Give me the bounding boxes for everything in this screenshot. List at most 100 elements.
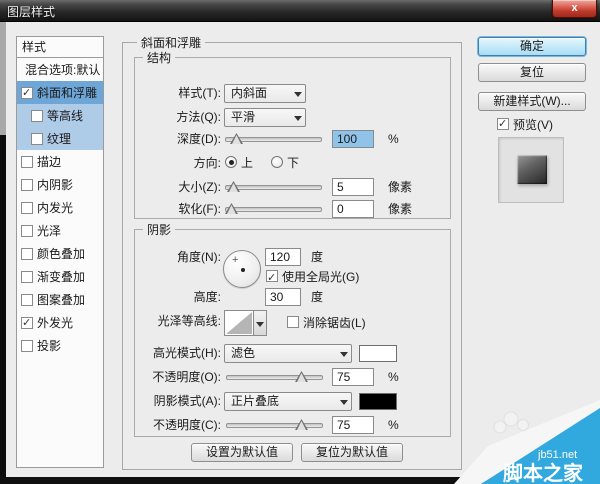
size-slider[interactable] [225, 185, 322, 190]
direction-up-radio[interactable] [225, 156, 237, 168]
pattern-overlay-checkbox[interactable] [21, 294, 33, 306]
bevel-emboss-checkbox[interactable] [21, 87, 33, 99]
gloss-contour-dropdown[interactable] [254, 310, 267, 336]
texture-checkbox[interactable] [31, 133, 43, 145]
close-icon: x [571, 2, 577, 14]
contour-checkbox[interactable] [31, 110, 43, 122]
depth-input[interactable] [332, 130, 374, 148]
sidebar-item-label: 等高线 [47, 107, 83, 124]
sidebar-item-contour[interactable]: 等高线 [17, 104, 103, 127]
preview-label: 预览(V) [513, 116, 553, 133]
direction-label: 方向: [137, 154, 221, 172]
sidebar-item-bevel-emboss[interactable]: 斜面和浮雕 [17, 81, 103, 104]
sidebar-item-label: 颜色叠加 [37, 245, 85, 262]
sidebar-item-label: 混合选项:默认 [25, 61, 100, 78]
highlight-opacity-thumb[interactable] [295, 371, 308, 382]
antialias-label: 消除锯齿(L) [303, 314, 366, 332]
reset-default-button[interactable]: 复位为默认值 [301, 443, 403, 462]
chevron-down-icon [294, 116, 302, 121]
sidebar-item-label: 图案叠加 [37, 291, 85, 308]
size-label: 大小(Z): [137, 178, 221, 196]
watermark-site: jb51.net [537, 449, 577, 461]
titlebar[interactable]: 图层样式 x [0, 0, 600, 22]
shadow-opacity-slider[interactable] [226, 423, 323, 428]
highlight-mode-value: 滤色 [231, 346, 255, 360]
curl-dot [494, 421, 506, 433]
preview-panel [498, 137, 564, 203]
sidebar-item-satin[interactable]: 光泽 [17, 219, 103, 242]
shadow-color-swatch[interactable] [359, 393, 397, 410]
sidebar-item-label: 斜面和浮雕 [37, 84, 97, 101]
shadow-mode-select[interactable]: 正片叠底 [224, 392, 352, 411]
size-slider-thumb[interactable] [227, 181, 240, 192]
size-input[interactable] [332, 178, 374, 196]
shadow-opacity-thumb[interactable] [295, 419, 308, 430]
technique-label: 方法(Q): [137, 108, 221, 126]
direction-up-label: 上 [241, 154, 253, 172]
direction-down-radio[interactable] [271, 156, 283, 168]
drop-shadow-checkbox[interactable] [21, 340, 33, 352]
reset-button[interactable]: 复位 [478, 63, 586, 82]
soften-input[interactable] [332, 200, 374, 218]
sidebar-item-inner-shadow[interactable]: 内阴影 [17, 173, 103, 196]
shadow-opacity-input[interactable] [332, 416, 374, 434]
color-overlay-checkbox[interactable] [21, 248, 33, 260]
sidebar-item-gradient-overlay[interactable]: 渐变叠加 [17, 265, 103, 288]
shadow-opacity-label: 不透明度(C): [137, 416, 221, 434]
stroke-checkbox[interactable] [21, 156, 33, 168]
make-default-button[interactable]: 设置为默认值 [191, 443, 293, 462]
inner-glow-checkbox[interactable] [21, 202, 33, 214]
global-light-label: 使用全局光(G) [282, 268, 359, 286]
highlight-opacity-unit: % [388, 368, 399, 386]
structure-group: 结构 样式(T): 内斜面 方法(Q): 平滑 深度(D): [134, 57, 451, 219]
ok-button[interactable]: 确定 [478, 37, 586, 56]
depth-slider-thumb[interactable] [230, 133, 243, 144]
angle-pointer-icon: + [232, 254, 238, 266]
global-light-checkbox[interactable] [266, 270, 278, 282]
sidebar-item-pattern-overlay[interactable]: 图案叠加 [17, 288, 103, 311]
preview-thumbnail [517, 155, 547, 184]
sidebar-item-label: 纹理 [47, 130, 71, 147]
new-style-button[interactable]: 新建样式(W)... [478, 92, 586, 111]
angle-unit: 度 [311, 248, 323, 266]
direction-down-label: 下 [287, 154, 299, 172]
structure-legend: 结构 [143, 49, 175, 66]
technique-select[interactable]: 平滑 [224, 108, 306, 127]
sidebar-item-stroke[interactable]: 描边 [17, 150, 103, 173]
sidebar-item-inner-glow[interactable]: 内发光 [17, 196, 103, 219]
altitude-input[interactable] [265, 288, 301, 306]
angle-input[interactable] [265, 248, 301, 266]
highlight-mode-label: 高光模式(H): [137, 344, 221, 362]
sidebar-item-drop-shadow[interactable]: 投影 [17, 334, 103, 357]
window-title: 图层样式 [7, 3, 55, 20]
style-label: 样式(T): [137, 84, 221, 102]
soften-slider-thumb[interactable] [225, 203, 238, 214]
outer-glow-checkbox[interactable] [21, 317, 33, 329]
highlight-opacity-input[interactable] [332, 368, 374, 386]
sidebar-item-label: 投影 [37, 337, 61, 354]
style-select[interactable]: 内斜面 [224, 84, 306, 103]
sidebar-item-texture[interactable]: 纹理 [17, 127, 103, 150]
depth-unit: % [388, 130, 399, 148]
soften-slider[interactable] [225, 207, 322, 212]
sidebar-item-label: 内阴影 [37, 176, 73, 193]
highlight-opacity-slider[interactable] [226, 375, 323, 380]
chevron-down-icon [340, 400, 348, 405]
sidebar-item-blending-options[interactable]: 混合选项:默认 [17, 58, 103, 81]
sidebar-item-outer-glow[interactable]: 外发光 [17, 311, 103, 334]
depth-slider[interactable] [225, 137, 322, 142]
antialias-checkbox[interactable] [287, 316, 299, 328]
highlight-mode-select[interactable]: 滤色 [224, 344, 352, 363]
preview-checkbox[interactable] [497, 118, 509, 130]
highlight-color-swatch[interactable] [359, 345, 397, 362]
altitude-unit: 度 [311, 288, 323, 306]
gradient-overlay-checkbox[interactable] [21, 271, 33, 283]
chevron-down-icon [294, 92, 302, 97]
inner-shadow-checkbox[interactable] [21, 179, 33, 191]
sidebar-item-color-overlay[interactable]: 颜色叠加 [17, 242, 103, 265]
sidebar-item-label: 外发光 [37, 314, 73, 331]
gloss-contour-thumbnail[interactable] [224, 310, 254, 336]
window-edge [0, 22, 6, 135]
close-button[interactable]: x [552, 0, 597, 18]
satin-checkbox[interactable] [21, 225, 33, 237]
